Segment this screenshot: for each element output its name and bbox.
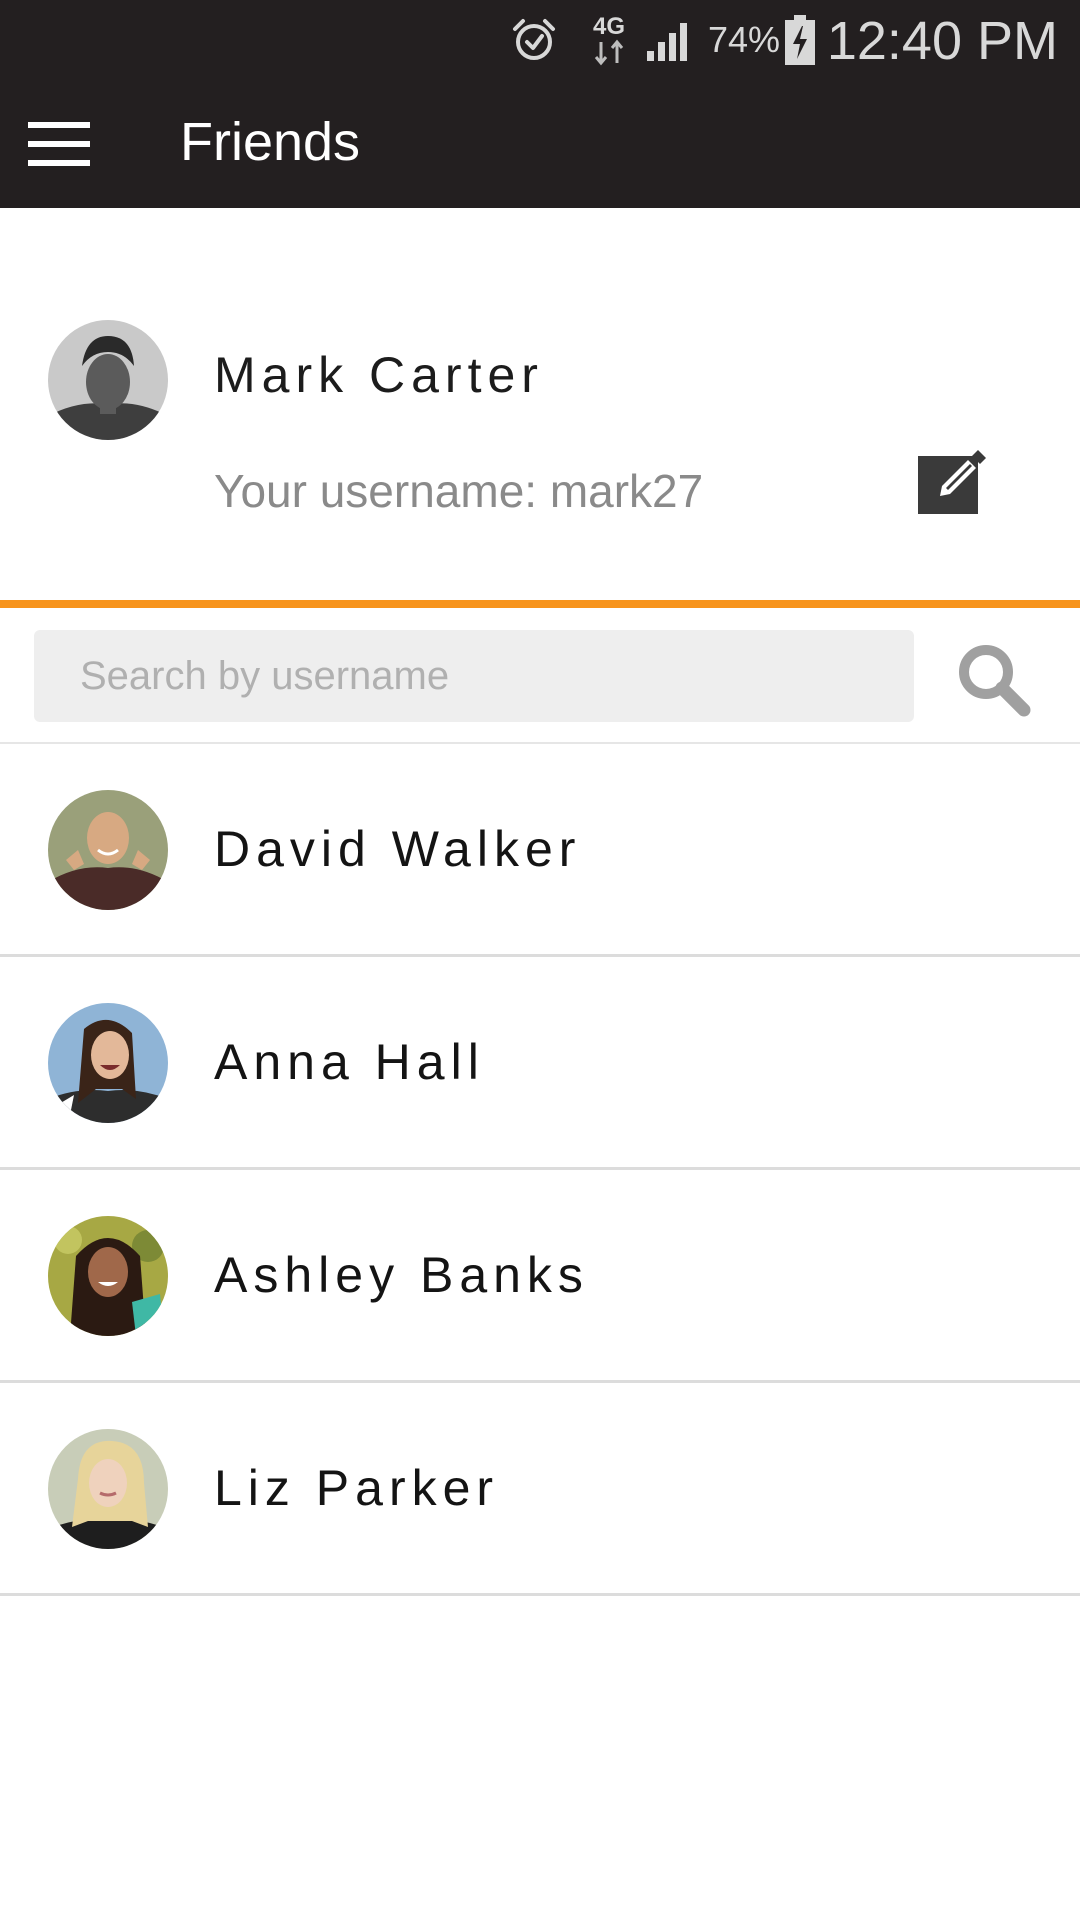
app-bar: Friends [0,80,1080,208]
menu-bar [28,160,90,166]
battery-charging-icon [782,0,818,80]
menu-bar [28,141,90,147]
accent-divider [0,600,1080,608]
search-icon[interactable] [952,638,1036,722]
profile-name: Mark Carter [214,347,544,403]
friend-list: David Walker Anna Hall Ashley Banks Liz … [0,744,1080,1596]
avatar [48,1216,168,1336]
friend-name: Liz Parker [214,1460,500,1516]
search-bar [0,608,1080,742]
svg-text:4G: 4G [593,13,625,40]
hamburger-menu-icon[interactable] [28,116,90,172]
avatar [48,320,168,440]
signal-icon [642,0,698,80]
edit-icon[interactable] [916,440,990,514]
profile-section: Mark Carter Your username: mark27 [0,208,1080,600]
search-input[interactable] [34,630,914,722]
avatar [48,790,168,910]
avatar [48,1003,168,1123]
avatar [48,1429,168,1549]
list-item[interactable]: David Walker [0,744,1080,957]
profile-username: Your username: mark27 [214,465,704,517]
status-time: 12:40 PM [826,11,1058,71]
battery-percent: 74% [708,19,781,60]
friend-name: Anna Hall [214,1034,485,1090]
friend-name: David Walker [214,821,582,877]
friend-name: Ashley Banks [214,1247,589,1303]
list-item[interactable]: Ashley Banks [0,1170,1080,1383]
list-item[interactable]: Anna Hall [0,957,1080,1170]
alarm-icon [506,0,562,80]
menu-bar [28,122,90,128]
list-item[interactable]: Liz Parker [0,1383,1080,1596]
page-title: Friends [180,112,361,172]
status-bar: 4G 74% 12:40 PM [0,0,1080,80]
network-4g-icon: 4G [584,0,634,80]
